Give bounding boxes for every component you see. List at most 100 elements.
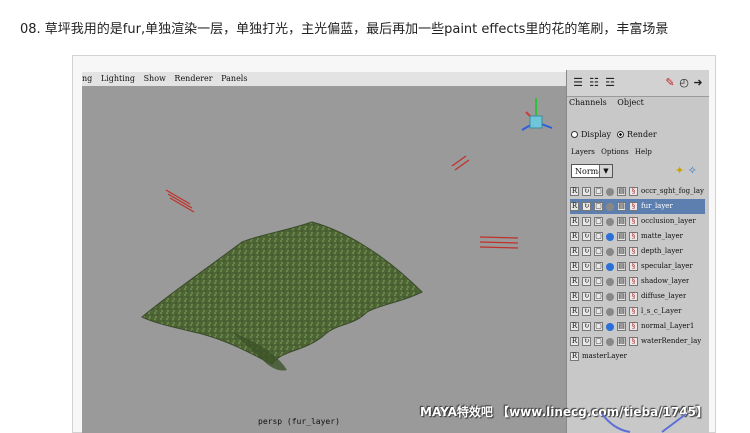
overrides-icon[interactable]: § — [629, 262, 638, 271]
arrow-icon[interactable]: ➜ — [691, 76, 705, 90]
overrides-icon[interactable]: § — [629, 187, 638, 196]
overrides-icon[interactable]: § — [629, 337, 638, 346]
layer-row[interactable]: R ↻ ▢ ▤ § matte_layer — [570, 229, 705, 244]
tab-object[interactable]: Object — [617, 98, 644, 107]
color-ball-icon — [606, 217, 614, 226]
visibility-icon[interactable]: ▢ — [594, 217, 603, 226]
layer-row[interactable]: R ↻ ▢ ▤ § l_s_c_Layer — [570, 304, 705, 319]
render-settings-icon[interactable]: ▤ — [617, 262, 626, 271]
new-layer-selected-icon[interactable]: ✧ — [688, 164, 697, 177]
refresh-icon[interactable]: ↻ — [582, 307, 591, 316]
render-flag[interactable]: R — [570, 307, 579, 316]
refresh-icon[interactable]: ↻ — [582, 292, 591, 301]
new-layer-icon[interactable]: ✦ — [675, 164, 684, 177]
overrides-icon[interactable]: § — [629, 307, 638, 316]
visibility-icon[interactable]: ▢ — [594, 277, 603, 286]
radio-render-label: Render — [627, 130, 657, 139]
render-flag[interactable]: R — [570, 217, 579, 226]
refresh-icon[interactable]: ↻ — [582, 202, 591, 211]
overrides-icon[interactable]: § — [629, 322, 638, 331]
refresh-icon[interactable]: ↻ — [582, 247, 591, 256]
master-layer-row[interactable]: RmasterLayer — [570, 349, 705, 364]
visibility-icon[interactable]: ▢ — [594, 337, 603, 346]
menu-layers[interactable]: Layers — [571, 148, 595, 156]
chevron-down-icon[interactable]: ▼ — [599, 165, 612, 177]
visibility-icon[interactable]: ▢ — [594, 322, 603, 331]
radio-display-label: Display — [581, 130, 612, 139]
render-settings-icon[interactable]: ▤ — [617, 232, 626, 241]
refresh-icon[interactable]: ↻ — [582, 262, 591, 271]
layer-row[interactable]: R ↻ ▢ ▤ § shadow_layer — [570, 274, 705, 289]
refresh-icon[interactable]: ↻ — [582, 337, 591, 346]
refresh-icon[interactable]: ↻ — [582, 232, 591, 241]
refresh-icon[interactable]: ↻ — [582, 277, 591, 286]
overrides-icon[interactable]: § — [629, 202, 638, 211]
layer-row[interactable]: R ↻ ▢ ▤ § occr_sght_fog_lay — [570, 184, 705, 199]
render-settings-icon[interactable]: ▤ — [617, 322, 626, 331]
visibility-icon[interactable]: ▢ — [594, 292, 603, 301]
visibility-icon[interactable]: ▢ — [594, 202, 603, 211]
color-ball-icon — [606, 262, 614, 271]
refresh-icon[interactable]: ↻ — [582, 217, 591, 226]
layer-name: depth_layer — [641, 247, 683, 255]
tool-icon[interactable]: ✎ — [663, 76, 677, 90]
overrides-icon[interactable]: § — [629, 217, 638, 226]
layer-name: occlusion_layer — [641, 217, 696, 225]
render-flag[interactable]: R — [570, 187, 579, 196]
visibility-icon[interactable]: ▢ — [594, 262, 603, 271]
render-settings-icon[interactable]: ▤ — [617, 337, 626, 346]
layout-icon-3[interactable]: ☲ — [603, 76, 617, 90]
radio-display[interactable] — [571, 131, 578, 138]
visibility-icon[interactable]: ▢ — [594, 232, 603, 241]
maya-viewport[interactable]: ng Lighting Show Renderer Panels persp (… — [82, 72, 566, 433]
overrides-icon[interactable]: § — [629, 232, 638, 241]
overrides-icon[interactable]: § — [629, 277, 638, 286]
tab-channels[interactable]: Channels — [569, 98, 607, 107]
layer-row[interactable]: R ↻ ▢ ▤ § occlusion_layer — [570, 214, 705, 229]
render-settings-icon[interactable]: ▤ — [617, 217, 626, 226]
render-flag[interactable]: R — [570, 322, 579, 331]
layout-icon-1[interactable]: ☰ — [571, 76, 585, 90]
render-flag[interactable]: R — [570, 337, 579, 346]
render-flag[interactable]: R — [570, 292, 579, 301]
light-icon-1 — [165, 189, 195, 213]
layer-row[interactable]: R ↻ ▢ ▤ § specular_layer — [570, 259, 705, 274]
layer-row[interactable]: R ↻ ▢ ▤ § fur_layer — [570, 199, 705, 214]
radio-render[interactable] — [617, 131, 625, 138]
layer-row[interactable]: R ↻ ▢ ▤ § normal_Layer1 — [570, 319, 705, 334]
render-settings-icon[interactable]: ▤ — [617, 292, 626, 301]
render-flag[interactable]: R — [570, 232, 579, 241]
clock-icon[interactable]: ◴ — [677, 76, 691, 90]
render-settings-icon[interactable]: ▤ — [617, 187, 626, 196]
visibility-icon[interactable]: ▢ — [594, 187, 603, 196]
layer-row[interactable]: R ↻ ▢ ▤ § diffuse_layer — [570, 289, 705, 304]
visibility-icon[interactable]: ▢ — [594, 247, 603, 256]
render-flag[interactable]: R — [570, 352, 579, 361]
visibility-icon[interactable]: ▢ — [594, 307, 603, 316]
layout-icon-2[interactable]: ☷ — [587, 76, 601, 90]
render-flag[interactable]: R — [570, 262, 579, 271]
render-flag[interactable]: R — [570, 277, 579, 286]
render-settings-icon[interactable]: ▤ — [617, 202, 626, 211]
layer-row[interactable]: R ↻ ▢ ▤ § depth_layer — [570, 244, 705, 259]
overrides-icon[interactable]: § — [629, 247, 638, 256]
layer-buttons: ✦ ✧ — [675, 164, 709, 178]
camera-label: persp (fur_layer) — [258, 417, 340, 426]
layer-menus: Layers Options Help — [571, 148, 656, 156]
layer-name: waterRender_lay — [641, 337, 702, 345]
render-flag[interactable]: R — [570, 247, 579, 256]
render-settings-icon[interactable]: ▤ — [617, 277, 626, 286]
refresh-icon[interactable]: ↻ — [582, 187, 591, 196]
color-ball-icon — [606, 337, 614, 346]
render-settings-icon[interactable]: ▤ — [617, 247, 626, 256]
blend-mode-select[interactable]: Normal ▼ — [571, 164, 613, 178]
render-flag[interactable]: R — [570, 202, 579, 211]
overrides-icon[interactable]: § — [629, 292, 638, 301]
menu-help[interactable]: Help — [635, 148, 652, 156]
render-settings-icon[interactable]: ▤ — [617, 307, 626, 316]
refresh-icon[interactable]: ↻ — [582, 322, 591, 331]
panel-tabs: Channels Object — [569, 98, 652, 107]
menu-options[interactable]: Options — [601, 148, 629, 156]
render-layer-list: R ↻ ▢ ▤ § occr_sght_fog_lay R ↻ ▢ ▤ § fur_layer R ↻ ▢ ▤… — [570, 184, 705, 364]
layer-row[interactable]: R ↻ ▢ ▤ § waterRender_lay — [570, 334, 705, 349]
